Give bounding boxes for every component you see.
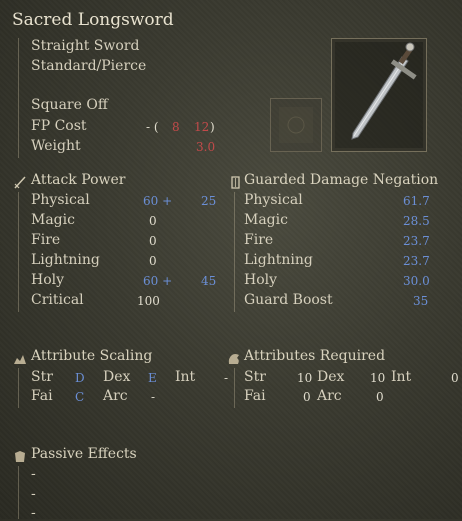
required-arc-value: 0 [376,390,384,404]
shield-icon [229,174,242,189]
attack-base-physical: 60 + [143,194,173,208]
attributes-required-icon [227,350,240,364]
guard-value-holy: 30.0 [403,274,430,288]
fp-cost-suffix: ) [210,120,215,134]
attack-bonus-holy: 45 [201,274,217,288]
scaling-dex-value: E [148,371,157,385]
section-divider [18,38,19,158]
attack-label-fire: Fire [31,232,61,248]
section-divider [18,466,19,519]
attack-base-critical: 100 [137,294,160,308]
fp-cost-prefix: - ( [146,120,159,134]
guard-label-boost: Guard Boost [244,292,333,308]
guard-value-physical: 61.7 [403,194,430,208]
skill-name: Square Off [31,97,108,113]
section-divider [234,368,235,408]
scaling-str-value: D [75,371,85,385]
attack-label-lightning: Lightning [31,252,100,268]
attribute-scaling-header: Attribute Scaling [31,348,153,364]
guard-label-holy: Holy [244,272,278,288]
guard-label-physical: Physical [244,192,303,208]
guard-value-boost: 35 [413,294,429,308]
section-divider [234,192,235,312]
required-fai-value: 0 [303,390,311,404]
attack-label-physical: Physical [31,192,90,208]
weight-value: 3.0 [196,140,216,154]
guard-header: Guarded Damage Negation [244,172,439,188]
passive-effect-2: - [31,486,36,502]
guard-value-magic: 28.5 [403,214,430,228]
section-divider [18,192,19,312]
guard-value-lightning: 23.7 [403,254,430,268]
guard-label-fire: Fire [244,232,274,248]
passive-effects-icon [13,448,26,462]
required-str-value: 10 [297,371,313,385]
required-fai-label: Fai [244,388,266,404]
weight-label: Weight [31,138,81,154]
required-dex-value: 10 [370,371,386,385]
attack-bonus-physical: 25 [201,194,217,208]
scaling-fai-value: C [75,390,85,404]
passive-effects-header: Passive Effects [31,446,137,462]
section-divider [18,368,19,408]
required-str-label: Str [244,369,266,385]
fp-cost-label: FP Cost [31,118,87,134]
fp-cost-value-2: 12 [194,120,210,134]
skill-icon [270,98,322,152]
required-int-value: 0 [451,371,459,385]
fp-cost-value-1: 8 [172,120,180,134]
attack-base-magic: 0 [149,214,157,228]
sword-icon [13,174,26,189]
passive-effect-1: - [31,466,36,482]
required-dex-label: Dex [317,369,345,385]
attack-power-header: Attack Power [31,172,126,188]
attack-base-lightning: 0 [149,254,157,268]
attack-base-holy: 60 + [143,274,173,288]
guard-label-lightning: Lightning [244,252,313,268]
attack-base-fire: 0 [149,234,157,248]
scaling-int-value: - [224,371,229,385]
scaling-arc-label: Arc [103,388,128,404]
required-int-label: Int [391,369,412,385]
attack-type: Standard/Pierce [31,58,147,74]
guard-value-fire: 23.7 [403,234,430,248]
attributes-required-header: Attributes Required [244,348,386,364]
scaling-int-label: Int [175,369,196,385]
weapon-image [331,38,427,152]
attack-label-holy: Holy [31,272,65,288]
scaling-fai-label: Fai [31,388,53,404]
weapon-type: Straight Sword [31,38,140,54]
required-arc-label: Arc [317,388,342,404]
attack-label-critical: Critical [31,292,84,308]
scaling-arc-value: - [151,390,156,404]
guard-label-magic: Magic [244,212,288,228]
scaling-dex-label: Dex [103,369,131,385]
scaling-str-label: Str [31,369,53,385]
attack-label-magic: Magic [31,212,75,228]
weapon-name: Sacred Longsword [12,10,174,30]
scaling-icon [13,350,26,364]
